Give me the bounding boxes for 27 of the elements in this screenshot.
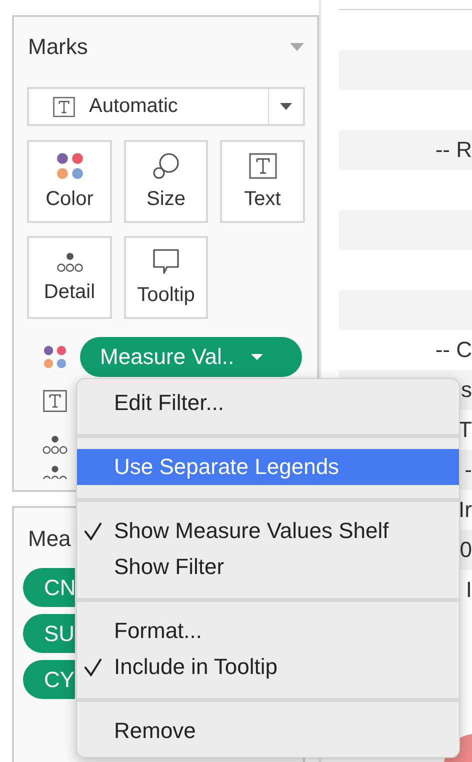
table-cell: Ir	[458, 497, 472, 523]
mark-detail-button[interactable]: Detail	[27, 236, 112, 319]
mark-type-dropdown[interactable]: Automatic	[27, 87, 305, 126]
mark-size-button[interactable]: Size	[124, 140, 208, 223]
table-cell: -- C	[435, 337, 472, 363]
menu-item[interactable]: Use Separate Legends	[77, 449, 459, 485]
table-cell: s	[461, 377, 472, 403]
menu-item[interactable]: Show Filter	[77, 549, 459, 585]
table-cell: I	[466, 577, 472, 603]
menu-item[interactable]: Show Measure Values Shelf	[77, 513, 459, 549]
table-cell: 0	[460, 537, 472, 563]
table-cell: -- R	[435, 137, 472, 163]
measure-values-title: Mea	[28, 526, 71, 552]
menu-item[interactable]: Remove	[77, 713, 459, 749]
measure-pill[interactable]: SU	[23, 614, 75, 654]
field-pill[interactable]: Measure Val..	[80, 337, 302, 377]
marks-title: Marks	[28, 34, 88, 60]
table-cell: T	[458, 417, 472, 443]
table-cell: -	[464, 457, 472, 483]
mark-tooltip-button[interactable]: Tooltip	[124, 236, 208, 319]
menu-item[interactable]: Edit Filter...	[77, 385, 459, 421]
mark-text-button[interactable]: Text	[220, 140, 305, 223]
mark-color-button[interactable]: Color	[27, 140, 112, 223]
measure-pill[interactable]: CY	[23, 660, 75, 700]
menu-item[interactable]: Format...	[77, 613, 459, 649]
measure-pill[interactable]: CN	[23, 568, 75, 608]
menu-item[interactable]: Include in Tooltip	[77, 649, 459, 685]
